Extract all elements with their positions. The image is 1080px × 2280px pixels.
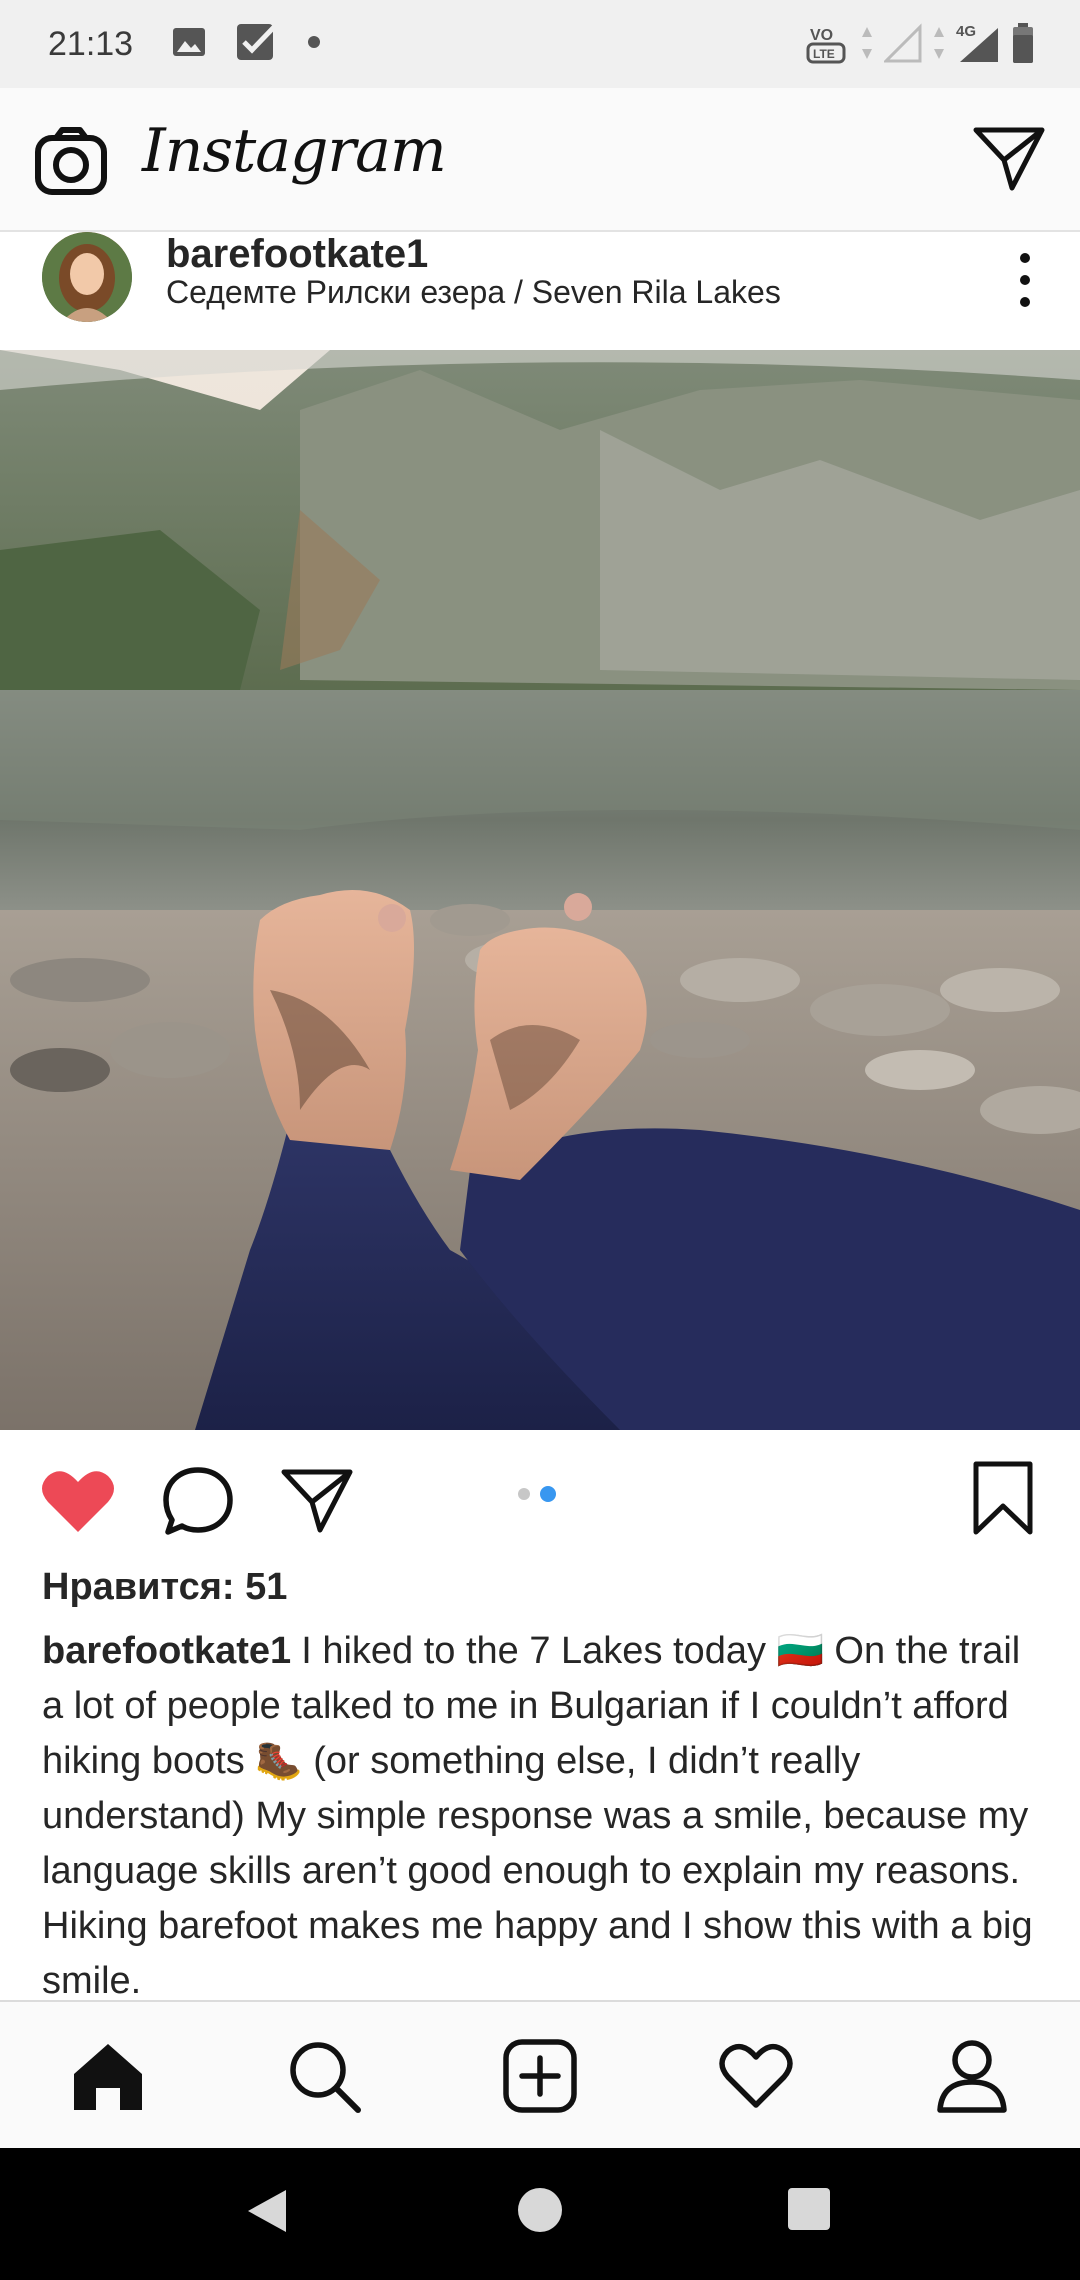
post-location[interactable]: Седемте Рилски езера / Seven Rila Lakes: [166, 274, 781, 311]
signal-arrows-icon: [932, 23, 946, 68]
status-right: VO LTE 4G: [806, 20, 1036, 71]
new-post-icon[interactable]: [500, 2036, 580, 2116]
signal-icon: [882, 23, 922, 68]
carousel-dot: [518, 1488, 530, 1500]
recents-icon[interactable]: [786, 2186, 832, 2237]
image-icon: [171, 26, 207, 63]
checkbox-icon: [235, 20, 279, 69]
comment-icon[interactable]: [162, 1466, 234, 1541]
profile-icon[interactable]: [932, 2036, 1012, 2116]
caption-text: I hiked to the 7 Lakes today 🇧🇬 On the t…: [42, 1630, 1033, 2000]
app-header: Instagram: [0, 88, 1080, 232]
carousel-indicator: [518, 1486, 556, 1502]
share-icon[interactable]: [280, 1466, 354, 1541]
post-photo[interactable]: [0, 350, 1080, 1430]
svg-text:4G: 4G: [956, 23, 976, 40]
caption-username[interactable]: barefootkate1: [42, 1630, 291, 1672]
home-icon[interactable]: [68, 2036, 148, 2116]
post-caption: barefootkate1 I hiked to the 7 Lakes toda…: [42, 1624, 1042, 2000]
signal-arrows-icon: [860, 23, 874, 68]
camera-icon[interactable]: [34, 126, 108, 196]
dot-icon: [307, 35, 321, 54]
volte-icon: VO LTE: [806, 20, 850, 71]
instagram-logo: Instagram: [142, 116, 447, 186]
bottom-nav: [0, 2000, 1080, 2148]
status-time: 21:13: [48, 24, 134, 63]
home-button-icon[interactable]: [516, 2186, 564, 2239]
carousel-dot-active: [540, 1486, 556, 1502]
system-navigation-bar: [0, 2148, 1080, 2280]
post-header: barefootkate1 Седемте Рилски езера / Sev…: [0, 232, 1080, 350]
like-heart-icon[interactable]: [40, 1466, 116, 1541]
activity-heart-icon[interactable]: [716, 2036, 796, 2116]
more-options-icon[interactable]: [1000, 246, 1050, 316]
status-bar: 21:13 VO LTE 4G: [0, 0, 1080, 88]
4g-icon: 4G: [956, 22, 1000, 69]
post-username[interactable]: barefootkate1: [166, 232, 428, 277]
svg-text:VO: VO: [810, 27, 833, 44]
battery-icon: [1010, 21, 1036, 70]
search-icon[interactable]: [284, 2036, 364, 2116]
svg-text:LTE: LTE: [813, 47, 835, 61]
likes-count[interactable]: Нравится: 51: [42, 1566, 287, 1609]
avatar[interactable]: [42, 232, 132, 322]
back-icon[interactable]: [244, 2186, 290, 2241]
bookmark-icon[interactable]: [970, 1460, 1036, 1541]
direct-message-icon[interactable]: [972, 124, 1046, 194]
post-actions: [0, 1430, 1080, 1562]
